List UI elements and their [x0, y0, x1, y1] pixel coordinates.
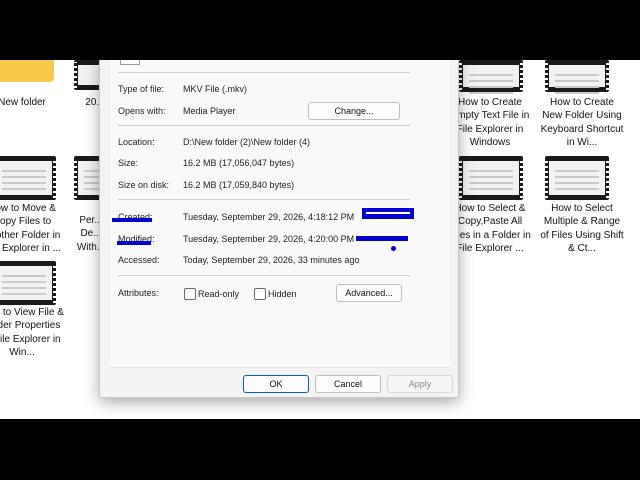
properties-dialog: Type of file: MKV File (.mkv) Opens with…	[99, 60, 459, 398]
tile-label: How to Create New Folder Using Keyboard …	[540, 97, 624, 148]
folder-icon	[0, 60, 54, 82]
size-value: 16.2 MB (17,056,047 bytes)	[183, 158, 295, 168]
video-thumbnail-icon	[459, 60, 523, 94]
video-thumbnail-icon	[545, 60, 609, 94]
tile-label: How to Move & Copy Files to Another Fold…	[0, 203, 61, 254]
modified-value: Tuesday, September 29, 2026, 4:20:00 PM	[183, 234, 355, 244]
hidden-checkbox[interactable]	[254, 288, 266, 300]
video-thumbnail-icon	[0, 261, 56, 305]
size-on-disk-value: 16.2 MB (17,059,840 bytes)	[183, 180, 295, 190]
tile-label: New folder	[0, 97, 46, 108]
location-value: D:\New folder (2)\New folder (4)	[183, 137, 311, 147]
apply-button[interactable]: Apply	[387, 375, 453, 393]
divider	[118, 275, 410, 276]
tile-label: How to Select & Copy,Paste All Files in …	[449, 203, 531, 254]
divider	[118, 199, 410, 200]
type-label: Type of file:	[118, 84, 165, 94]
cancel-button[interactable]: Cancel	[315, 375, 381, 393]
type-value: MKV File (.mkv)	[183, 84, 247, 94]
file-explorer-content: New folder How to Move & Copy Files to A…	[0, 60, 640, 419]
created-value: Tuesday, September 29, 2026, 4:18:12 PM	[183, 212, 355, 222]
accessed-value: Today, September 29, 2026, 33 minutes ag…	[183, 255, 360, 265]
annotation-box-inner	[366, 212, 410, 214]
size-on-disk-label: Size on disk:	[118, 180, 170, 190]
ok-button[interactable]: OK	[243, 375, 309, 393]
video-thumbnail-icon	[459, 156, 523, 200]
size-label: Size:	[118, 158, 139, 168]
annotation-underline	[356, 236, 408, 241]
video-thumbnail-icon	[545, 156, 609, 200]
attributes-label: Attributes:	[118, 288, 159, 298]
opens-with-label: Opens with:	[118, 106, 166, 116]
readonly-checkbox[interactable]	[184, 288, 196, 300]
divider	[118, 125, 410, 126]
annotation-underline	[112, 218, 152, 222]
hidden-label: Hidden	[268, 289, 297, 299]
readonly-label: Read-only	[198, 289, 240, 299]
accessed-label: Accessed:	[118, 255, 160, 265]
annotation-dot	[391, 246, 396, 251]
annotation-underline	[117, 241, 151, 245]
tile-label: How to Create Empty Text File in File Ex…	[450, 97, 530, 148]
tile-label: How to Select Multiple & Range of Files …	[540, 203, 624, 254]
advanced-button[interactable]: Advanced...	[336, 284, 402, 302]
tile-label: How to View File & Folder Properties in …	[0, 307, 64, 358]
location-label: Location:	[118, 137, 155, 147]
divider	[118, 72, 410, 73]
video-thumbnail-icon	[0, 156, 56, 200]
change-button[interactable]: Change...	[308, 102, 400, 120]
file-icon	[120, 60, 140, 65]
opens-with-value: Media Player	[183, 106, 236, 116]
